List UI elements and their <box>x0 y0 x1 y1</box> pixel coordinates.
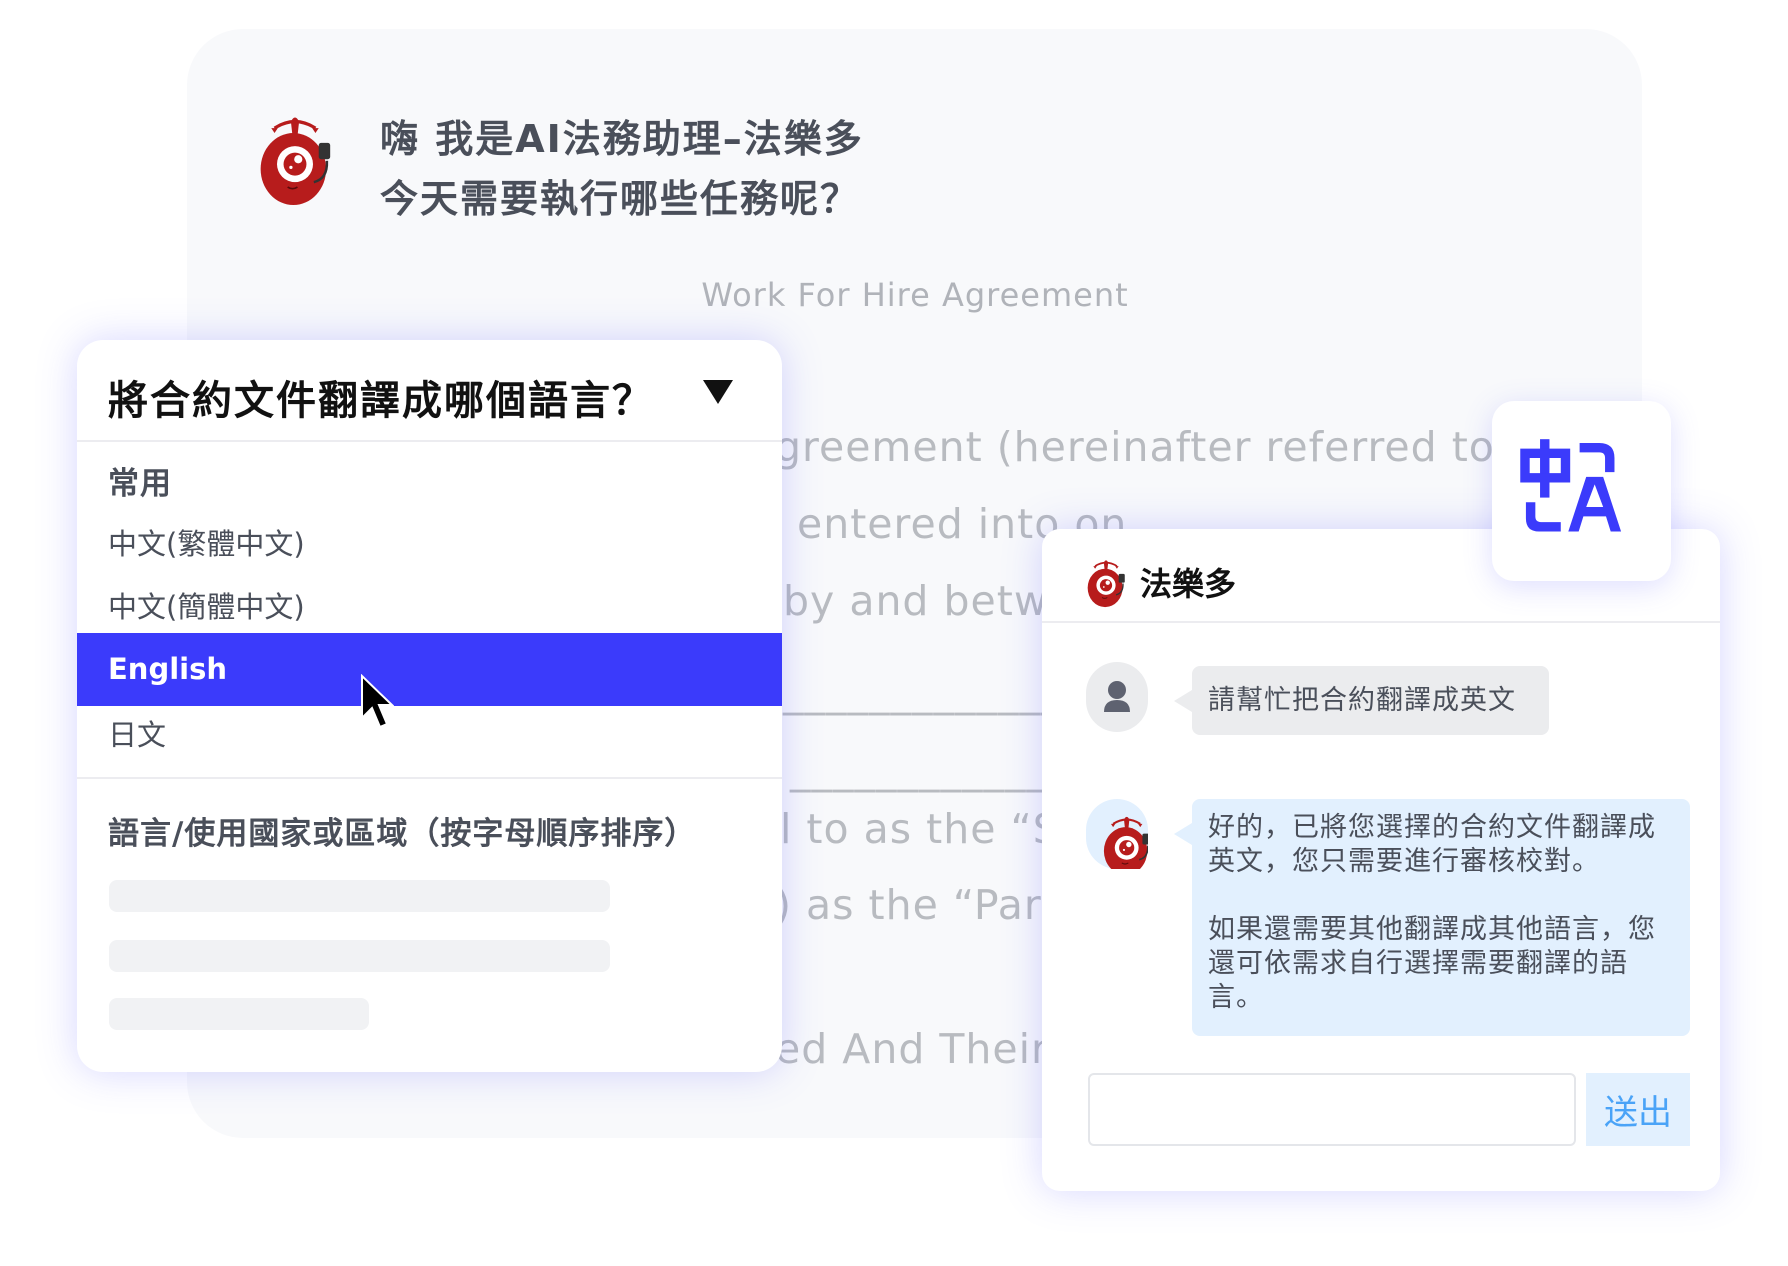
bot-message: 好的，已將您選擇的合約文件翻譯成英文，您只需要進行審核校對。 如果還需要其他翻譯… <box>1174 799 1690 1036</box>
chat-title: 法樂多 <box>1140 565 1237 603</box>
divider <box>77 777 782 779</box>
user-message: 請幫忙把合約翻譯成英文 <box>1174 666 1549 735</box>
skeleton-option <box>109 998 369 1030</box>
dropdown-header[interactable]: 將合約文件翻譯成哪個語言？ <box>77 340 782 442</box>
translate-icon <box>1520 439 1622 532</box>
option-simplified-chinese[interactable]: 中文(簡體中文) <box>77 575 782 639</box>
document-line: ) as the “Part <box>775 881 1059 929</box>
bot-avatar <box>1086 799 1148 869</box>
skeleton-option <box>109 880 610 912</box>
greeting-line-2: 今天需要執行哪些任務呢？ <box>380 177 861 221</box>
document-title: Work For Hire Agreement <box>701 276 1129 314</box>
chat-panel: 法樂多 請幫忙把合約翻譯成英文 好的，已將您選擇的合約文件翻譯成英文，您只需要進… <box>1042 529 1720 1191</box>
option-english[interactable]: English <box>77 633 782 706</box>
mascot-icon <box>1082 553 1130 611</box>
mouse-cursor-icon <box>361 674 394 729</box>
document-line: greement (hereinafter referred to <box>775 423 1495 471</box>
document-line: l to as the “S <box>780 805 1060 853</box>
send-button[interactable]: 送出 <box>1586 1073 1690 1146</box>
document-line: ______________ <box>783 668 1084 716</box>
option-traditional-chinese[interactable]: 中文(繁體中文) <box>77 512 782 576</box>
user-icon <box>1104 681 1130 712</box>
greeting-line-1: 嗨 我是AI法務助理–法樂多 <box>380 117 864 161</box>
dropdown-title: 將合約文件翻譯成哪個語言？ <box>108 378 654 424</box>
all-languages-heading: 語言/使用國家或區域（按字母順序排序） <box>108 816 697 852</box>
document-line: ed And Their <box>775 1025 1049 1073</box>
document-line: by and betw <box>783 577 1049 625</box>
triangle-down-icon[interactable] <box>703 380 733 404</box>
mascot-logo <box>250 104 340 212</box>
mascot-icon <box>1086 799 1148 869</box>
user-avatar <box>1086 662 1148 732</box>
option-japanese[interactable]: 日文 <box>77 703 782 767</box>
bot-message-paragraph: 如果還需要其他翻譯成其他語言，您還可依需求自行選擇需要翻譯的語言。 <box>1208 914 1656 1013</box>
chat-input[interactable] <box>1088 1073 1576 1146</box>
bot-message-paragraph: 好的，已將您選擇的合約文件翻譯成英文，您只需要進行審核校對。 <box>1208 812 1656 877</box>
language-dropdown[interactable]: 將合約文件翻譯成哪個語言？ 常用 中文(繁體中文) 中文(簡體中文) Engli… <box>77 340 782 1072</box>
skeleton-option <box>109 940 610 972</box>
translate-card <box>1492 401 1671 581</box>
common-heading: 常用 <box>108 466 172 502</box>
